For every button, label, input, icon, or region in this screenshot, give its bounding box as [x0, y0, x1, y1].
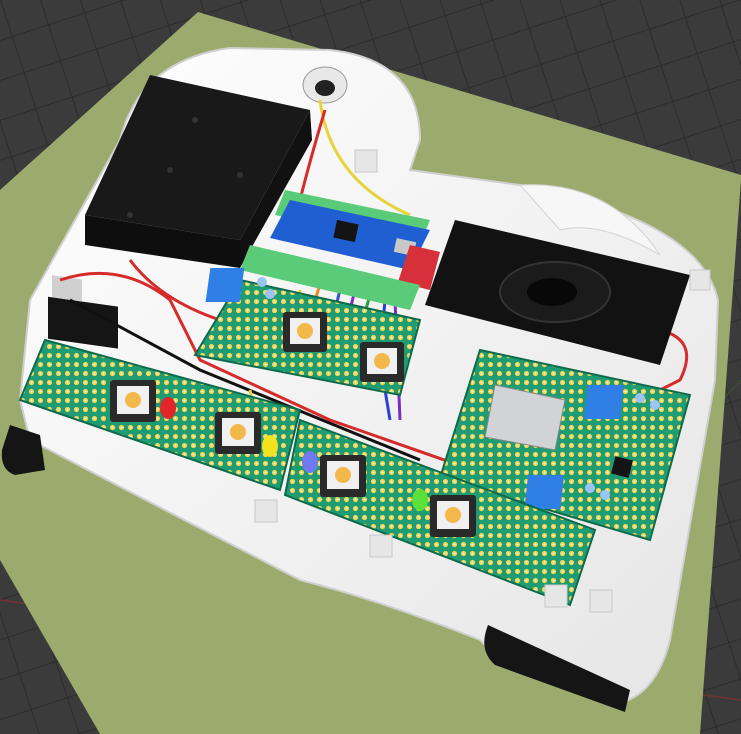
terminal-block-2: [583, 385, 624, 419]
led-yellow: [262, 435, 278, 457]
button-2: [360, 342, 404, 382]
led-blue: [302, 451, 318, 473]
led-red: [160, 397, 176, 419]
terminal-block-1: [205, 268, 245, 302]
button-1: [283, 312, 327, 352]
button-3: [110, 380, 156, 422]
3d-viewport[interactable]: [0, 0, 741, 734]
scene-render: [0, 0, 741, 734]
led-green: [412, 489, 428, 511]
terminal-block-3: [524, 475, 565, 509]
button-4: [215, 412, 261, 454]
button-6: [430, 495, 476, 537]
button-5: [320, 455, 366, 497]
